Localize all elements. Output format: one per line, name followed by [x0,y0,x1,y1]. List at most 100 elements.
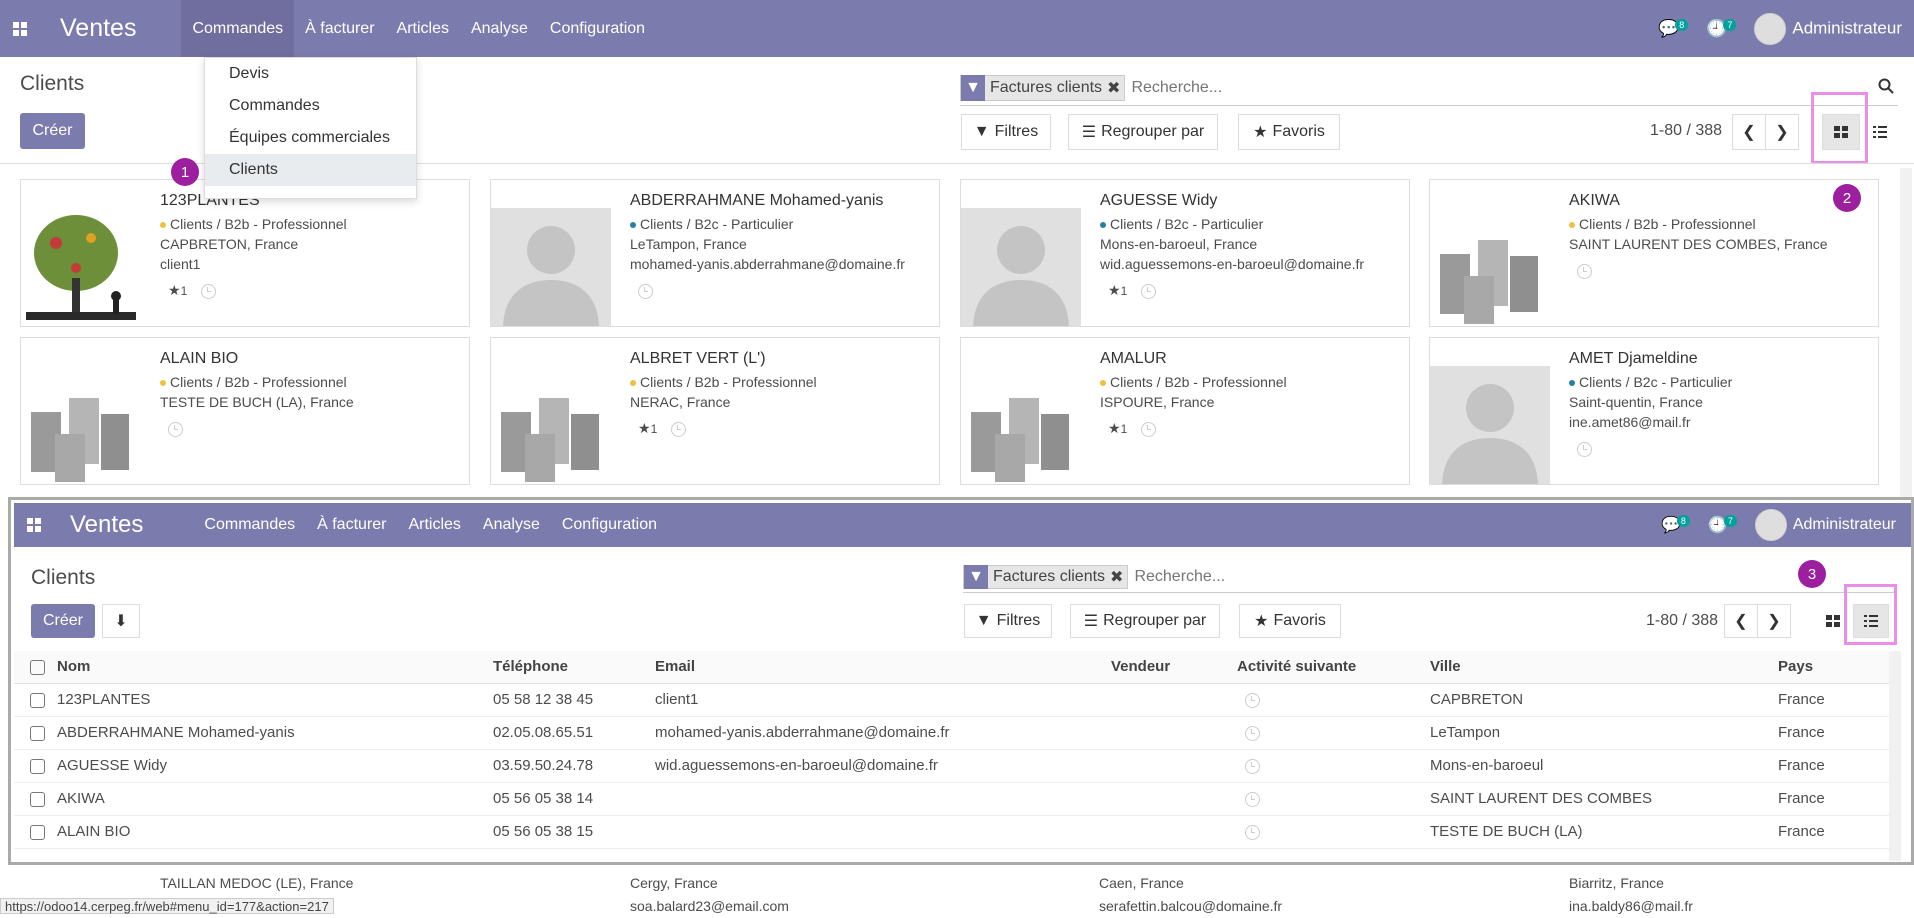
table-row[interactable]: AGUESSE Widy 03.59.50.24.78 wid.aguessemon… [14,749,1889,783]
apps-menu-icon[interactable] [14,518,54,532]
activity-clock-icon[interactable] [1245,725,1260,741]
star-icon[interactable]: ★ [1108,420,1121,436]
user-menu[interactable]: Administrateur [1754,12,1902,45]
pager-next-button[interactable]: ❯ [1757,604,1791,638]
activity-clock-icon[interactable] [1577,441,1592,457]
dropdown-item-clients[interactable]: Clients [205,154,416,186]
row-checkbox-cell[interactable] [14,749,54,783]
activity-clock-icon[interactable] [201,283,217,299]
search-input[interactable] [1131,78,1339,97]
cell-activite[interactable] [1234,815,1427,849]
row-checkbox-cell[interactable] [14,683,54,717]
kanban-card[interactable]: AMET Djameldine Clients / B2c - Particuli… [1429,337,1879,485]
facet-remove-icon[interactable]: ✖ [1110,567,1127,587]
column-header-ville[interactable]: Ville [1427,651,1775,684]
create-button[interactable]: Créer [20,113,85,149]
search-icon[interactable] [1878,78,1898,97]
column-header-nom[interactable]: Nom [54,651,490,684]
download-button[interactable]: ⬇ [102,604,140,638]
activity-clock-icon[interactable] [1141,421,1157,437]
activity-clock-icon[interactable] [1245,758,1260,774]
activity-clock-icon[interactable] [638,283,653,299]
kanban-card[interactable]: ABDERRAHMANE Mohamed-yanis Clients / B2c … [490,179,940,327]
facet-remove-icon[interactable]: ✖ [1107,78,1124,98]
checkbox[interactable] [30,791,45,807]
menu-a-facturer[interactable]: À facturer [294,0,385,57]
pager-next-button[interactable]: ❯ [1765,114,1799,150]
column-header-vendeur[interactable]: Vendeur [1108,651,1234,684]
checkbox[interactable] [30,725,45,741]
cell-activite[interactable] [1234,716,1427,750]
activity-clock-icon[interactable] [1245,791,1260,807]
activity-clock-icon[interactable] [671,421,687,437]
pager-value[interactable]: 1-80 / 388 [1646,612,1718,630]
activity-clock-icon[interactable] [1577,263,1592,279]
kanban-card[interactable]: ALBRET VERT (L') Clients / B2b - Professi… [490,337,940,485]
menu-analyse[interactable]: Analyse [460,0,539,57]
kanban-card[interactable]: AMALUR Clients / B2b - Professionnel ISPOU… [960,337,1410,485]
row-checkbox-cell[interactable] [14,815,54,849]
scrollbar[interactable] [1889,651,1901,861]
table-row[interactable]: 123PLANTES 05 58 12 38 45 client1 CAPBRETON… [14,683,1889,717]
apps-menu-icon[interactable] [0,21,40,36]
user-menu[interactable]: Administrateur [1754,509,1896,541]
group-by-button[interactable]: ☰ Regrouper par [1068,114,1218,150]
pager-previous-button[interactable]: ❮ [1724,604,1758,638]
table-row[interactable]: ALAIN BIO 05 56 05 38 15 TESTE DE BUCH (LA… [14,815,1889,849]
star-icon[interactable]: ★ [638,420,651,436]
filters-button[interactable]: ▼ Filtres [961,114,1051,150]
activity-clock-icon[interactable] [1245,824,1260,840]
messages-button[interactable]: 💬8 [1658,18,1689,39]
group-by-button[interactable]: ☰ Regrouper par [1070,604,1220,638]
pager-previous-button[interactable]: ❮ [1732,114,1766,150]
app-brand[interactable]: Ventes [60,14,136,43]
activity-clock-icon[interactable] [168,421,183,437]
dropdown-item-commandes[interactable]: Commandes [205,90,416,122]
menu-commandes[interactable]: Commandes [181,0,295,57]
pager-value[interactable]: 1-80 / 388 [1650,122,1722,140]
menu-a-facturer[interactable]: À facturer [306,503,397,547]
dropdown-item-devis[interactable]: Devis [205,58,416,90]
checkbox[interactable] [30,758,45,774]
star-icon[interactable]: ★ [168,282,181,298]
cell-activite[interactable] [1234,749,1427,783]
activities-button[interactable]: 🕘7 [1706,18,1737,39]
select-all-checkbox[interactable] [14,651,54,684]
kanban-card[interactable]: AKIWA Clients / B2b - Professionnel SAINT … [1429,179,1879,327]
menu-articles[interactable]: Articles [397,503,471,547]
favorites-button[interactable]: ★ Favoris [1238,114,1340,150]
activity-clock-icon[interactable] [1141,283,1157,299]
table-row[interactable]: ABDERRAHMANE Mohamed-yanis 02.05.08.65.51… [14,716,1889,750]
column-header-email[interactable]: Email [652,651,1108,684]
favorites-button[interactable]: ★ Favoris [1239,604,1341,638]
kanban-card[interactable]: 123PLANTES Clients / B2b - Professionnel C… [20,179,470,327]
table-row[interactable]: AKIWA 05 56 05 38 14 SAINT LAURENT DES COM… [14,782,1889,816]
star-icon[interactable]: ★ [1108,282,1121,298]
kanban-card[interactable]: ALAIN BIO Clients / B2b - Professionnel TE… [20,337,470,485]
menu-configuration[interactable]: Configuration [551,503,668,547]
activity-clock-icon[interactable] [1245,692,1260,708]
filters-button[interactable]: ▼ Filtres [964,604,1052,638]
column-header-pays[interactable]: Pays [1775,651,1889,684]
checkbox[interactable] [30,824,45,840]
column-header-activite[interactable]: Activité suivante [1234,651,1427,684]
messages-button[interactable]: 💬8 [1661,515,1690,535]
menu-commandes[interactable]: Commandes [193,503,306,547]
menu-configuration[interactable]: Configuration [539,0,656,57]
create-button[interactable]: Créer [31,604,95,638]
kanban-card[interactable]: AGUESSE Widy Clients / B2c - Particulier M… [960,179,1410,327]
cell-activite[interactable] [1234,683,1427,717]
menu-articles[interactable]: Articles [386,0,460,57]
menu-analyse[interactable]: Analyse [472,503,551,547]
app-brand[interactable]: Ventes [70,511,143,539]
row-checkbox-cell[interactable] [14,782,54,816]
scrollbar[interactable] [1900,168,1912,498]
column-header-telephone[interactable]: Téléphone [490,651,652,684]
checkbox[interactable] [30,692,45,708]
cell-activite[interactable] [1234,782,1427,816]
activities-button[interactable]: 🕘7 [1708,515,1737,535]
dropdown-item-equipes[interactable]: Équipes commerciales [205,122,416,154]
row-checkbox-cell[interactable] [14,716,54,750]
search-input[interactable] [1134,567,1342,586]
checkbox[interactable] [30,659,45,675]
